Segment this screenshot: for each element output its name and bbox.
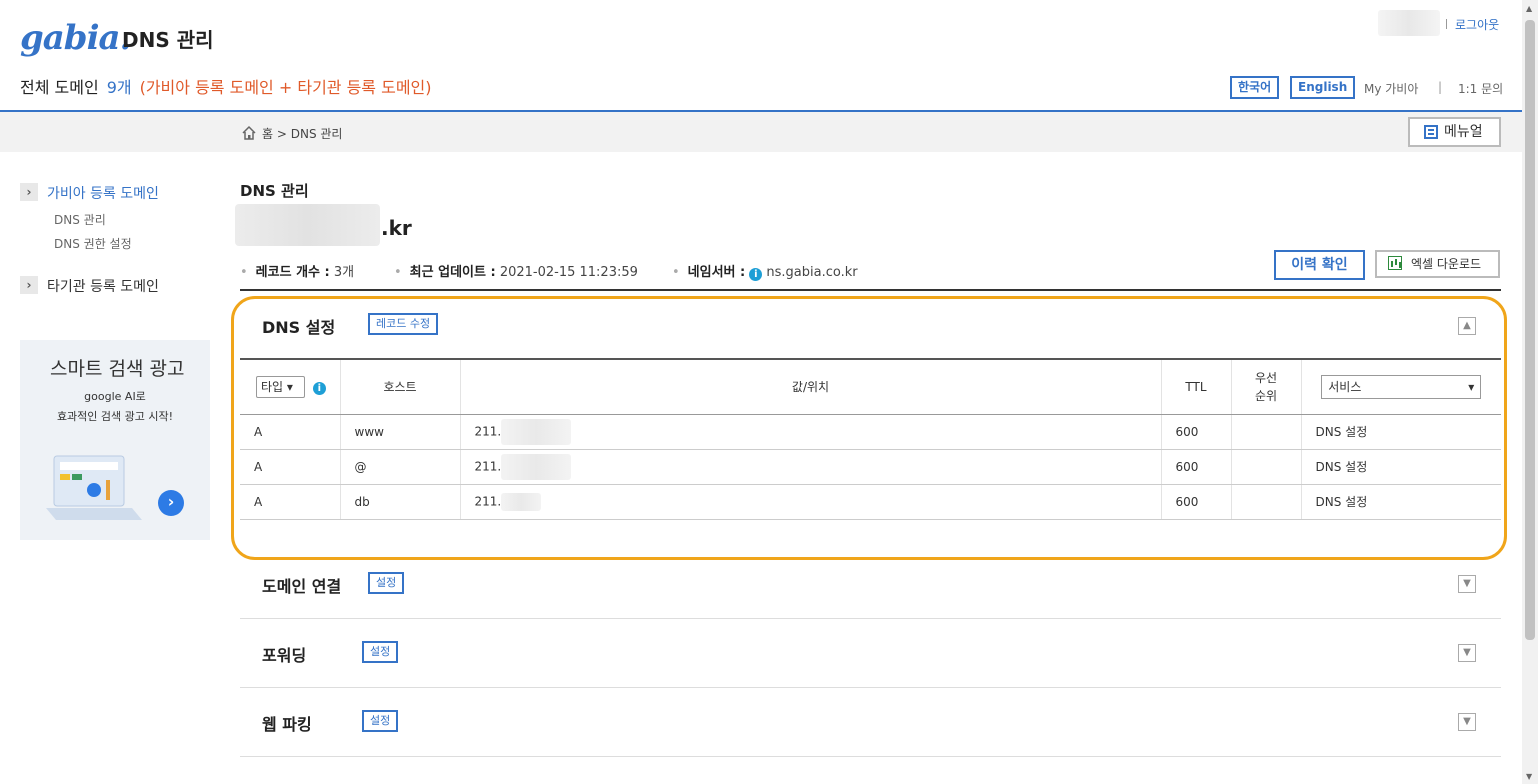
breadcrumb: 홈 > DNS 관리 — [262, 127, 343, 141]
logout-link[interactable]: 로그아웃 — [1446, 16, 1499, 33]
laptop-illustration-icon — [46, 455, 142, 520]
sidebar-item-gabia-domains[interactable]: 가비아 등록 도메인 — [47, 183, 159, 203]
record-count-label: 레코드 개수 : — [255, 265, 330, 280]
section-divider — [240, 756, 1501, 757]
ad-title: 스마트 검색 광고 — [50, 358, 185, 380]
sidebar-item-dns-management[interactable]: DNS 관리 — [54, 211, 106, 228]
ad-arrow-button[interactable]: › — [158, 490, 184, 516]
scroll-up-icon[interactable]: ▲ — [1526, 4, 1532, 13]
last-updated: • 최근 업데이트 : 2021-02-15 11:23:59 — [394, 265, 638, 280]
forwarding-title: 포워딩 — [262, 646, 307, 665]
user-name-blurred — [1378, 10, 1440, 36]
section-divider — [240, 289, 1501, 291]
section-divider — [240, 618, 1501, 619]
my-gabia-link[interactable]: My 가비아 — [1364, 80, 1418, 97]
last-updated-label: 최근 업데이트 : — [409, 265, 496, 280]
ad-subtitle-1: google AI로 — [84, 390, 146, 403]
forwarding-settings-button[interactable]: 설정 — [362, 641, 399, 663]
total-domain-subtext: (가비아 등록 도메인 + 타기관 등록 도메인) — [139, 78, 432, 97]
web-parking-settings-button[interactable]: 설정 — [362, 710, 399, 732]
nameserver: • 네임서버 : i ns.gabia.co.kr — [672, 265, 858, 281]
home-icon[interactable] — [241, 125, 257, 141]
section-divider — [240, 687, 1501, 688]
excel-icon — [1388, 256, 1402, 270]
ad-subtitle-2: 효과적인 검색 광고 시작! — [56, 410, 174, 423]
total-domain-count[interactable]: 9개 — [107, 78, 132, 97]
lang-english-button[interactable]: English — [1290, 76, 1356, 99]
record-count-value: 3개 — [333, 265, 355, 280]
dns-management-page: gabia. DNS 관리 로그아웃 전체 도메인 9개 (가비아 등록 도메인 +… — [0, 0, 1538, 784]
gabia-logo[interactable]: gabia. — [20, 18, 131, 58]
smart-search-ad-banner[interactable]: 스마트 검색 광고 google AI로 효과적인 검색 광고 시작! › — [20, 340, 210, 540]
nameserver-label: 네임서버 : — [687, 265, 746, 280]
web-parking-title: 웹 파킹 — [262, 715, 312, 734]
lang-korean-button[interactable]: 한국어 — [1230, 76, 1280, 99]
page-title: DNS 관리 — [240, 182, 309, 200]
last-updated-value: 2021-02-15 11:23:59 — [499, 265, 638, 280]
domain-connect-title: 도메인 연결 — [262, 577, 342, 596]
info-icon[interactable]: i — [749, 268, 763, 281]
chevron-right-icon: › — [20, 183, 38, 201]
dns-settings-highlight — [231, 296, 1507, 560]
record-count: • 레코드 개수 : 3개 — [240, 265, 355, 280]
domain-name-blurred — [235, 204, 380, 246]
sidebar-item-dns-permission[interactable]: DNS 권한 설정 — [54, 235, 132, 252]
chevron-down-icon[interactable]: ▼ — [1458, 575, 1476, 593]
chevron-down-icon[interactable]: ▼ — [1458, 713, 1476, 731]
domain-connect-settings-button[interactable]: 설정 — [368, 572, 405, 594]
nameserver-value: ns.gabia.co.kr — [766, 265, 858, 280]
total-domain-summary: 전체 도메인 9개 (가비아 등록 도메인 + 타기관 등록 도메인) — [20, 74, 432, 98]
scroll-down-icon[interactable]: ▼ — [1526, 772, 1532, 781]
app-title: DNS 관리 — [122, 28, 214, 52]
manual-button[interactable]: 메뉴얼 — [1408, 117, 1501, 147]
manual-icon — [1424, 125, 1438, 139]
inquiry-link[interactable]: 1:1 문의 — [1458, 80, 1503, 97]
breadcrumb-bar — [0, 112, 1522, 152]
domain-tld: .kr — [381, 216, 412, 240]
history-button[interactable]: 이력 확인 — [1274, 250, 1365, 280]
sidebar-item-other-domains[interactable]: 타기관 등록 도메인 — [47, 276, 159, 296]
chevron-right-icon: › — [20, 276, 38, 294]
chevron-down-icon[interactable]: ▼ — [1458, 644, 1476, 662]
top-link-separator: | — [1438, 80, 1443, 94]
scrollbar-thumb[interactable] — [1525, 20, 1535, 640]
total-domain-label: 전체 도메인 — [20, 78, 99, 97]
